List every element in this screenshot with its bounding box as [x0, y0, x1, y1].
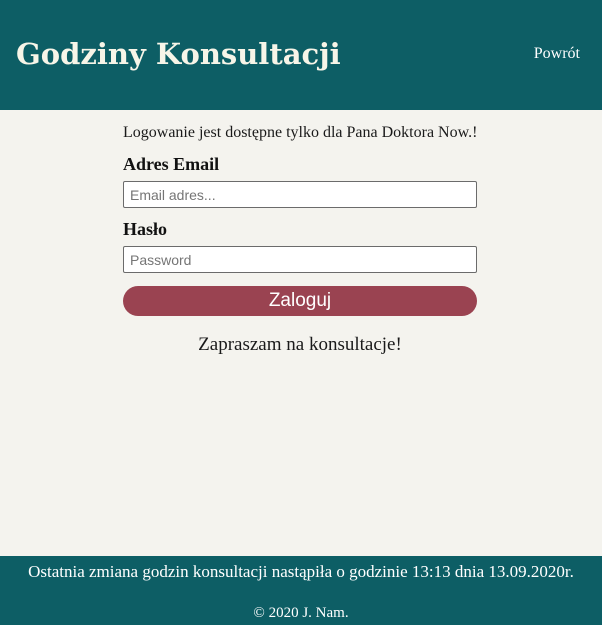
site-title: Godziny Konsultacji	[16, 37, 341, 71]
copyright-text: © 2020 J. Nam.	[253, 605, 349, 621]
last-change-text: Ostatnia zmiana godzin konsultacji nastą…	[28, 562, 574, 581]
invite-text: Zapraszam na konsultacje!	[198, 334, 402, 355]
password-input[interactable]	[123, 246, 477, 273]
site-header: Godziny Konsultacji Powrót	[0, 0, 602, 110]
password-label: Hasło	[123, 219, 168, 239]
login-info-text: Logowanie jest dostępne tylko dla Pana D…	[123, 124, 478, 141]
login-button[interactable]: Zaloguj	[123, 286, 477, 316]
email-label: Adres Email	[123, 154, 220, 174]
back-link[interactable]: Powrót	[534, 44, 580, 64]
email-input[interactable]	[123, 181, 477, 208]
site-footer: Ostatnia zmiana godzin konsultacji nastą…	[0, 556, 602, 625]
